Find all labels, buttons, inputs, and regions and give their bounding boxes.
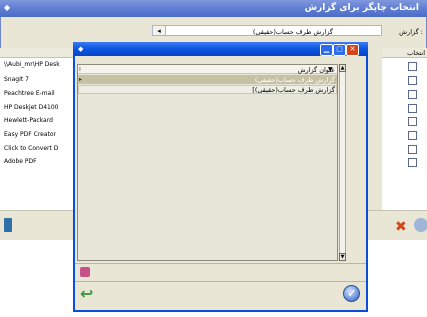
select-checkbox[interactable]: [408, 76, 417, 85]
close-button[interactable]: ✕: [346, 44, 359, 56]
select-checkbox[interactable]: [408, 131, 417, 140]
select-checkbox[interactable]: [408, 145, 417, 154]
select-checkbox[interactable]: [408, 117, 417, 126]
report-label: گزارش :: [399, 28, 423, 36]
add-record-icon[interactable]: [80, 267, 90, 277]
select-checkbox[interactable]: [408, 62, 417, 71]
minimize-button[interactable]: ▁: [320, 44, 333, 56]
select-column: [382, 48, 427, 210]
maximize-button[interactable]: ▢: [333, 44, 346, 56]
dialog-app-icon: ◆: [78, 45, 84, 53]
back-window-title: انتخاب چاپگر برای گزارش: [304, 3, 419, 13]
select-checkbox[interactable]: [408, 158, 417, 167]
app-icon: ◆: [4, 3, 11, 12]
printer-item[interactable]: \\Aubi_mr\HP Desk: [4, 61, 60, 68]
scroll-up-icon[interactable]: ▲: [339, 64, 346, 72]
divider: [75, 263, 366, 264]
exit-icon[interactable]: ↩: [80, 286, 93, 302]
divider: [75, 281, 366, 282]
printer-item[interactable]: HP Deskjet D4100: [4, 104, 58, 111]
select-checkbox[interactable]: [408, 104, 417, 113]
printer-list: [0, 48, 80, 210]
grid-corner-icon: ⁞: [79, 66, 81, 73]
printer-item[interactable]: Adobe PDF: [4, 158, 37, 165]
table-cell: گزارش طرف حساب(حقیقی): [254, 76, 335, 84]
chevron-down-icon[interactable]: ◂: [152, 25, 166, 36]
report-combobox-value: گزارش طرف حساب(حقیقی): [252, 28, 333, 36]
row-pointer-icon: ▸: [79, 76, 83, 83]
select-checkbox[interactable]: [408, 90, 417, 99]
delete-icon[interactable]: ✖: [395, 219, 407, 235]
printer-item[interactable]: Click to Convert D: [4, 145, 58, 152]
printer-item[interactable]: Peachtree E-mail: [4, 90, 55, 97]
book-icon[interactable]: [4, 218, 12, 232]
vertical-scrollbar[interactable]: [339, 64, 346, 261]
printer-item[interactable]: Hewlett-Packard: [4, 117, 53, 124]
scroll-down-icon[interactable]: ▼: [339, 253, 346, 261]
check-icon: ✓: [347, 286, 358, 300]
printer-item[interactable]: SnagIt 7: [4, 76, 29, 83]
printer-item[interactable]: Easy PDF Creator: [4, 131, 56, 138]
confirm-icon[interactable]: [414, 218, 427, 232]
column-header-report-title[interactable]: عنوان گزارش: [298, 66, 335, 74]
printer-list-header: [0, 48, 80, 58]
select-header-label: انتخاب: [407, 49, 425, 57]
table-cell: [گزارش طرف حساب(حقیقی): [252, 86, 335, 94]
